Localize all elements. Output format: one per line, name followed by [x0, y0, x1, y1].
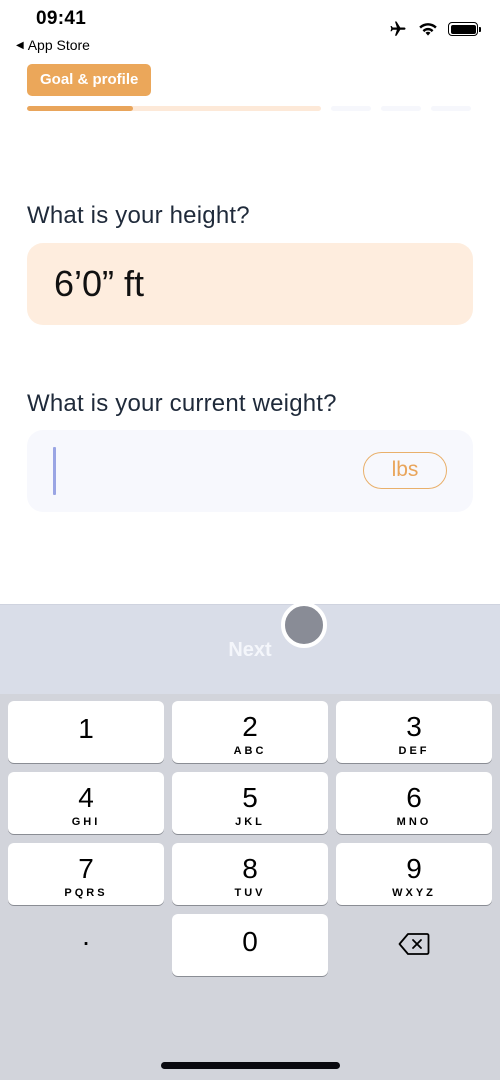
- back-to-app-link[interactable]: ◀ App Store: [16, 37, 90, 53]
- airplane-icon: [390, 21, 406, 36]
- key-letters: WXYZ: [392, 887, 436, 899]
- key-letters: GHI: [71, 816, 101, 828]
- key-digit: 2: [242, 711, 258, 742]
- numeric-keypad: 1 2 ABC 3 DEF 4 GHI 5 JKL 6 MNO 7 PQRS 8…: [0, 694, 500, 1080]
- key-letters: ABC: [233, 745, 267, 757]
- height-field[interactable]: 6’0” ft: [27, 243, 473, 325]
- key-9[interactable]: 9 WXYZ: [336, 843, 492, 905]
- key-decimal[interactable]: .: [8, 914, 164, 976]
- key-digit: 4: [78, 782, 94, 813]
- section-chip: Goal & profile: [27, 64, 152, 96]
- progress-segment: [431, 106, 471, 111]
- unit-toggle-button[interactable]: lbs: [363, 452, 447, 489]
- key-digit: 9: [406, 853, 422, 884]
- text-caret: [53, 447, 56, 495]
- key-4[interactable]: 4 GHI: [8, 772, 164, 834]
- key-digit: .: [82, 920, 90, 951]
- status-icons: [388, 20, 481, 38]
- key-letters: JKL: [235, 816, 265, 828]
- key-digit: 6: [406, 782, 422, 813]
- progress-fill: [27, 106, 133, 111]
- key-backspace[interactable]: [336, 914, 492, 976]
- key-letters: DEF: [398, 745, 430, 757]
- home-indicator[interactable]: [161, 1062, 340, 1069]
- height-value: 6’0” ft: [54, 263, 145, 304]
- key-3[interactable]: 3 DEF: [336, 701, 492, 763]
- key-digit: 8: [242, 853, 258, 884]
- key-digit: 0: [242, 926, 258, 957]
- key-6[interactable]: 6 MNO: [336, 772, 492, 834]
- key-digit: 3: [406, 711, 422, 742]
- key-1[interactable]: 1: [8, 701, 164, 763]
- key-7[interactable]: 7 PQRS: [8, 843, 164, 905]
- next-button[interactable]: Next: [0, 639, 500, 662]
- status-bar: 09:41 ◀ App Store: [0, 0, 500, 60]
- back-app-label: App Store: [27, 37, 90, 53]
- key-letters: MNO: [396, 816, 432, 828]
- key-letters: PQRS: [64, 887, 108, 899]
- progress-bar: [27, 106, 473, 111]
- progress-segment: [331, 106, 371, 111]
- key-digit: 1: [78, 713, 94, 744]
- weight-question-label: What is your current weight?: [27, 390, 337, 417]
- keyboard-accessory-bar: Next: [0, 602, 500, 694]
- backspace-icon: [398, 933, 430, 955]
- progress-segment: [381, 106, 421, 111]
- key-0[interactable]: 0: [172, 914, 328, 976]
- key-digit: 5: [242, 782, 258, 813]
- key-5[interactable]: 5 JKL: [172, 772, 328, 834]
- height-question-label: What is your height?: [27, 202, 250, 229]
- wifi-icon: [419, 23, 437, 36]
- key-digit: 7: [78, 853, 94, 884]
- touch-indicator: [281, 602, 327, 648]
- key-letters: TUV: [234, 887, 266, 899]
- back-triangle-icon: ◀: [16, 39, 24, 51]
- weight-input[interactable]: lbs: [27, 430, 473, 512]
- key-8[interactable]: 8 TUV: [172, 843, 328, 905]
- key-2[interactable]: 2 ABC: [172, 701, 328, 763]
- battery-icon: [448, 22, 481, 36]
- status-time: 09:41: [36, 8, 87, 29]
- progress-segment-current: [27, 106, 321, 111]
